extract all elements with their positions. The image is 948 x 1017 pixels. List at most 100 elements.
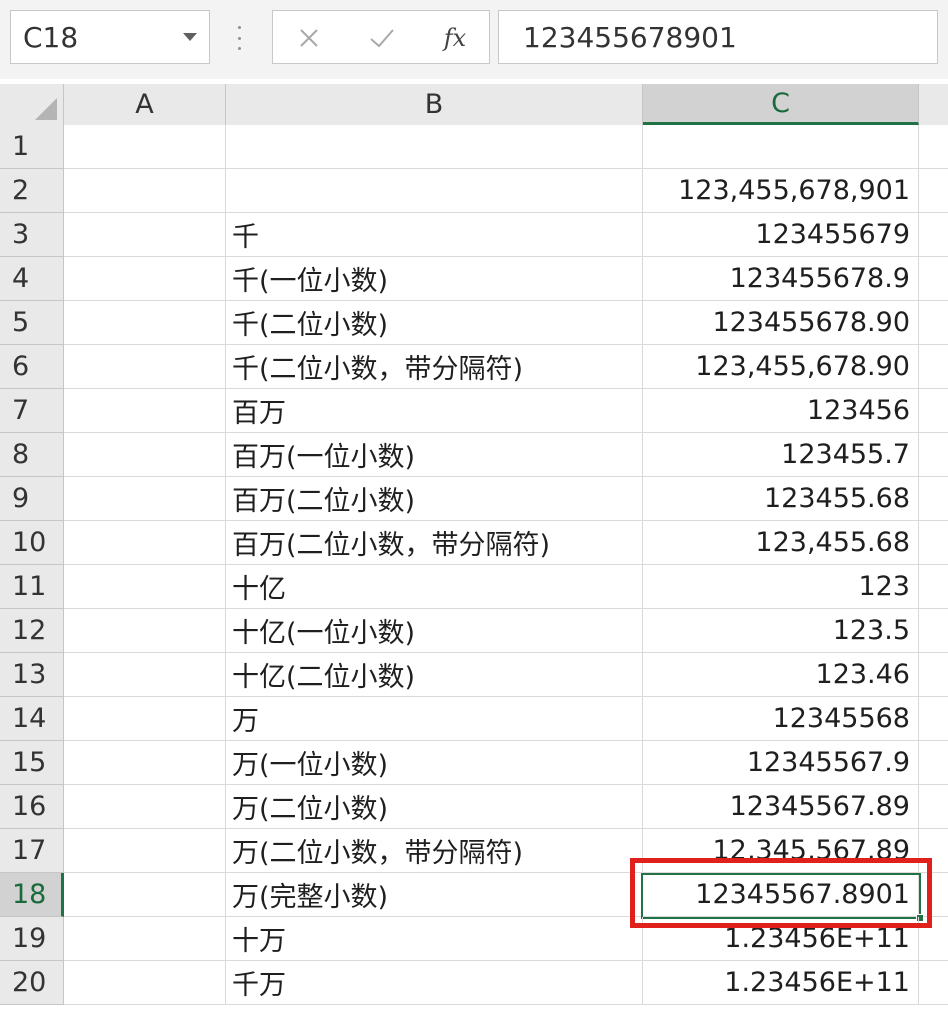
cell-b[interactable]: 十万: [226, 917, 643, 961]
cell-d[interactable]: [919, 477, 948, 521]
row-header[interactable]: 11: [0, 565, 64, 609]
cell-c[interactable]: 12345568: [643, 697, 919, 741]
column-header-c[interactable]: C: [643, 84, 919, 125]
check-icon[interactable]: [365, 11, 399, 65]
cell-d[interactable]: [919, 125, 948, 169]
row-header[interactable]: 6: [0, 345, 64, 389]
cell-b[interactable]: 百万(一位小数): [226, 433, 643, 477]
cell-a[interactable]: [64, 257, 226, 301]
cell-d[interactable]: [919, 565, 948, 609]
column-header-b[interactable]: B: [226, 84, 643, 125]
cell-c[interactable]: 123456: [643, 389, 919, 433]
cell-d[interactable]: [919, 345, 948, 389]
cell-b[interactable]: 万(一位小数): [226, 741, 643, 785]
cell-a[interactable]: [64, 213, 226, 257]
row-header[interactable]: 4: [0, 257, 64, 301]
cell-a[interactable]: [64, 301, 226, 345]
cell-c[interactable]: 123,455,678.90: [643, 345, 919, 389]
cell-b[interactable]: 万(二位小数): [226, 785, 643, 829]
cell-a[interactable]: [64, 389, 226, 433]
cell-a[interactable]: [64, 697, 226, 741]
row-header[interactable]: 15: [0, 741, 64, 785]
cell-d[interactable]: [919, 609, 948, 653]
cell-a[interactable]: [64, 345, 226, 389]
cell-a[interactable]: [64, 785, 226, 829]
cell-b[interactable]: 千万: [226, 961, 643, 1005]
more-options-icon[interactable]: [236, 26, 242, 50]
cell-a[interactable]: [64, 169, 226, 213]
cell-b[interactable]: 万(完整小数): [226, 873, 643, 917]
cell-b[interactable]: [226, 125, 643, 169]
cell-c[interactable]: 123455.7: [643, 433, 919, 477]
row-header[interactable]: 20: [0, 961, 64, 1005]
cell-d[interactable]: [919, 521, 948, 565]
cell-b[interactable]: 十亿(二位小数): [226, 653, 643, 697]
row-header[interactable]: 5: [0, 301, 64, 345]
cell-c[interactable]: 1.23456E+11: [643, 961, 919, 1005]
cell-c[interactable]: 12345567.9: [643, 741, 919, 785]
cell-a[interactable]: [64, 477, 226, 521]
cell-d[interactable]: [919, 433, 948, 477]
row-header[interactable]: 19: [0, 917, 64, 961]
cell-b[interactable]: 十亿(一位小数): [226, 609, 643, 653]
cell-b[interactable]: 十亿: [226, 565, 643, 609]
select-all-button[interactable]: [0, 84, 64, 125]
row-header[interactable]: 18: [0, 873, 64, 917]
cell-d[interactable]: [919, 697, 948, 741]
cell-b[interactable]: 万(二位小数，带分隔符): [226, 829, 643, 873]
cell-b[interactable]: 千(二位小数，带分隔符): [226, 345, 643, 389]
close-icon[interactable]: [293, 11, 325, 65]
row-header[interactable]: 1: [0, 125, 64, 169]
cell-d[interactable]: [919, 169, 948, 213]
cell-b[interactable]: 千(一位小数): [226, 257, 643, 301]
cell-b[interactable]: [226, 169, 643, 213]
cell-d[interactable]: [919, 257, 948, 301]
cell-d[interactable]: [919, 741, 948, 785]
cell-d[interactable]: [919, 389, 948, 433]
cell-c[interactable]: 123455.68: [643, 477, 919, 521]
row-header[interactable]: 14: [0, 697, 64, 741]
formula-input[interactable]: 123455678901: [498, 10, 938, 64]
cell-a[interactable]: [64, 917, 226, 961]
row-header[interactable]: 8: [0, 433, 64, 477]
cell-a[interactable]: [64, 961, 226, 1005]
cell-a[interactable]: [64, 521, 226, 565]
cell-c[interactable]: 123: [643, 565, 919, 609]
cell-a[interactable]: [64, 125, 226, 169]
cell-b[interactable]: 千(二位小数): [226, 301, 643, 345]
cell-b[interactable]: 百万: [226, 389, 643, 433]
cell-d[interactable]: [919, 213, 948, 257]
row-header[interactable]: 12: [0, 609, 64, 653]
column-header-a[interactable]: A: [64, 84, 226, 125]
cell-a[interactable]: [64, 741, 226, 785]
cell-c[interactable]: 123,455.68: [643, 521, 919, 565]
cell-a[interactable]: [64, 653, 226, 697]
cell-a[interactable]: [64, 609, 226, 653]
cell-c[interactable]: [643, 125, 919, 169]
cell-d[interactable]: [919, 785, 948, 829]
name-box[interactable]: C18: [10, 10, 210, 64]
cell-d[interactable]: [919, 653, 948, 697]
function-icon[interactable]: fx: [437, 11, 473, 65]
cell-d[interactable]: [919, 301, 948, 345]
row-header[interactable]: 13: [0, 653, 64, 697]
cell-a[interactable]: [64, 873, 226, 917]
cell-c[interactable]: 123,455,678,901: [643, 169, 919, 213]
row-header[interactable]: 3: [0, 213, 64, 257]
cell-c[interactable]: 123.5: [643, 609, 919, 653]
cell-a[interactable]: [64, 433, 226, 477]
cell-c[interactable]: 123455678.9: [643, 257, 919, 301]
cell-c[interactable]: 123455679: [643, 213, 919, 257]
cell-d[interactable]: [919, 961, 948, 1005]
cell-c[interactable]: 123455678.90: [643, 301, 919, 345]
row-header[interactable]: 10: [0, 521, 64, 565]
row-header[interactable]: 9: [0, 477, 64, 521]
row-header[interactable]: 7: [0, 389, 64, 433]
cell-c[interactable]: 123.46: [643, 653, 919, 697]
row-header[interactable]: 2: [0, 169, 64, 213]
cell-b[interactable]: 万: [226, 697, 643, 741]
cell-b[interactable]: 百万(二位小数): [226, 477, 643, 521]
cell-b[interactable]: 百万(二位小数，带分隔符): [226, 521, 643, 565]
row-header[interactable]: 17: [0, 829, 64, 873]
chevron-down-icon[interactable]: [183, 33, 197, 41]
